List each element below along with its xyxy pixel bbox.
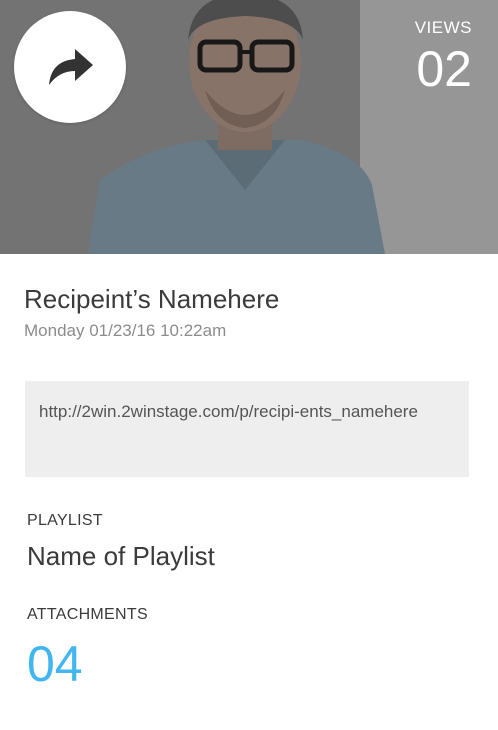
recipient-name: Recipeint’s Namehere [24, 284, 280, 314]
attachments-count[interactable]: 04 [27, 636, 83, 692]
views-counter: VIEWS 02 [415, 18, 472, 96]
hero-photo-area: VIEWS 02 [0, 0, 498, 254]
sent-date: Monday 01/23/16 10:22am [24, 321, 227, 340]
share-link-box[interactable]: http://2win.2winstage.com/p/recipi-ents_… [25, 381, 469, 477]
playlist-name: Name of Playlist [27, 541, 215, 571]
share-arrow-icon [49, 49, 93, 85]
attachments-label: ATTACHMENTS [27, 606, 148, 623]
recipient-card: VIEWS 02 Recipeint’s Namehere Monday 01/… [0, 0, 498, 730]
views-count: 02 [416, 41, 472, 97]
playlist-label: PLAYLIST [27, 512, 103, 529]
share-button[interactable] [14, 11, 126, 123]
share-link-text[interactable]: http://2win.2winstage.com/p/recipi-ents_… [39, 397, 455, 427]
views-label: VIEWS [414, 18, 472, 37]
